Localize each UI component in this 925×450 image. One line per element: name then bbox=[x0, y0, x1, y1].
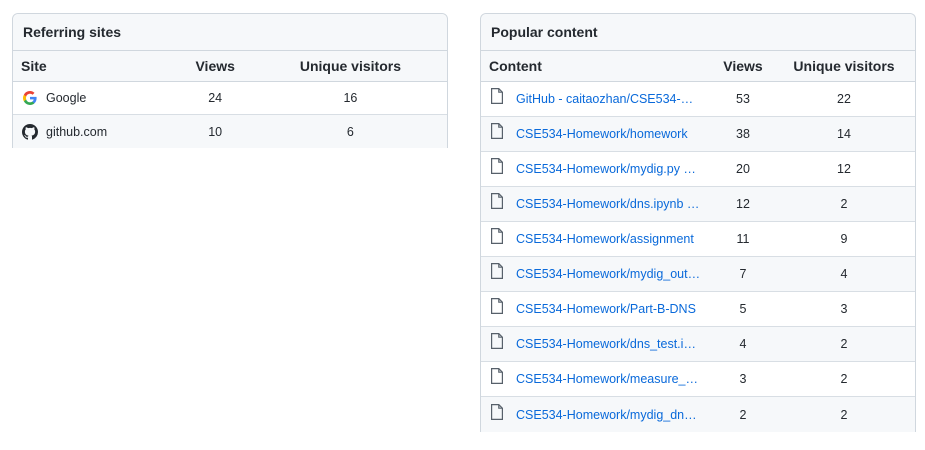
column-header-views: Views bbox=[723, 58, 763, 74]
content-link[interactable]: CSE534-Homework/Part-B-DNS bbox=[516, 302, 696, 316]
table-row: CSE534-Homework/dns_test.ipynb 4 2 bbox=[481, 327, 915, 362]
unique-visitors-count: 2 bbox=[840, 372, 848, 386]
views-count: 4 bbox=[739, 337, 747, 351]
content-link[interactable]: CSE534-Homework/measure_dns bbox=[516, 372, 702, 386]
table-row: CSE534-Homework/measure_dns 3 2 bbox=[481, 362, 915, 397]
views-count: 2 bbox=[739, 407, 747, 422]
popular-content-table-header: Content Views Unique visitors bbox=[481, 51, 915, 82]
column-header-unique-visitors: Unique visitors bbox=[299, 58, 401, 74]
unique-visitors-count: 14 bbox=[837, 127, 851, 141]
unique-visitors-count: 9 bbox=[840, 232, 848, 246]
table-row: CSE534-Homework/Part-B-DNS 5 3 bbox=[481, 292, 915, 327]
content-link[interactable]: CSE534-Homework/assignment bbox=[516, 232, 694, 246]
table-row: GitHub - caitaozhan/CSE534-Homework 53 22 bbox=[481, 82, 915, 117]
unique-visitors-count: 6 bbox=[346, 124, 354, 139]
views-count: 5 bbox=[739, 302, 747, 316]
column-header-site: Site bbox=[21, 58, 47, 74]
views-count: 53 bbox=[736, 92, 750, 106]
content-link[interactable]: CSE534-Homework/dns_test.ipynb bbox=[516, 337, 702, 351]
site-name: github.com bbox=[46, 124, 108, 139]
referring-sites-title: Referring sites bbox=[13, 14, 447, 51]
content-link[interactable]: CSE534-Homework/homework bbox=[516, 127, 688, 141]
content-link[interactable]: CSE534-Homework/dns.ipynb at master bbox=[516, 197, 702, 211]
table-row: CSE534-Homework/homework 38 14 bbox=[481, 117, 915, 152]
views-count: 38 bbox=[736, 127, 750, 141]
content-link[interactable]: CSE534-Homework/mydig.py at master bbox=[516, 162, 702, 176]
views-count: 24 bbox=[208, 91, 223, 105]
unique-visitors-count: 2 bbox=[840, 337, 848, 351]
popular-content-rows: GitHub - caitaozhan/CSE534-Homework5322C… bbox=[481, 82, 915, 432]
table-row: github.com 10 6 bbox=[13, 115, 447, 148]
table-row: Google 24 16 bbox=[13, 82, 447, 115]
file-icon bbox=[490, 123, 504, 139]
github-icon bbox=[22, 123, 38, 140]
views-count: 11 bbox=[736, 232, 750, 246]
file-icon bbox=[490, 263, 504, 279]
table-row: CSE534-Homework/dns.ipynb at master 12 2 bbox=[481, 187, 915, 222]
unique-visitors-count: 4 bbox=[840, 267, 848, 281]
unique-visitors-count: 2 bbox=[840, 407, 848, 422]
popular-content-panel: Popular content Content Views Unique vis… bbox=[480, 13, 916, 432]
views-count: 20 bbox=[736, 162, 750, 176]
file-icon bbox=[490, 88, 504, 104]
file-icon bbox=[490, 403, 504, 420]
unique-visitors-count: 22 bbox=[837, 92, 851, 106]
unique-visitors-count: 16 bbox=[343, 91, 358, 105]
file-icon bbox=[490, 193, 504, 209]
column-header-views: Views bbox=[195, 58, 235, 74]
table-row: CSE534-Homework/mydig.py at master 20 12 bbox=[481, 152, 915, 187]
column-header-unique-visitors: Unique visitors bbox=[793, 58, 895, 74]
referring-sites-table-header: Site Views Unique visitors bbox=[13, 51, 447, 82]
unique-visitors-count: 12 bbox=[837, 162, 851, 176]
site-name: Google bbox=[46, 91, 87, 105]
views-count: 10 bbox=[208, 124, 223, 139]
content-link[interactable]: CSE534-Homework/mydig_output bbox=[516, 267, 702, 281]
file-icon bbox=[490, 228, 504, 244]
unique-visitors-count: 3 bbox=[840, 302, 848, 316]
file-icon bbox=[490, 298, 504, 314]
views-count: 7 bbox=[739, 267, 747, 281]
content-link[interactable]: CSE534-Homework/mydig_dnssec bbox=[516, 408, 702, 422]
table-row: CSE534-Homework/assignment 11 9 bbox=[481, 222, 915, 257]
file-icon bbox=[490, 333, 504, 349]
column-header-content: Content bbox=[489, 58, 542, 74]
referring-sites-panel: Referring sites Site Views Unique visito… bbox=[12, 13, 448, 148]
table-row: CSE534-Homework/mydig_output 7 4 bbox=[481, 257, 915, 292]
views-count: 3 bbox=[739, 372, 747, 386]
google-icon bbox=[22, 90, 38, 106]
views-count: 12 bbox=[736, 197, 750, 211]
table-row: CSE534-Homework/mydig_dnssec 2 2 bbox=[481, 397, 915, 432]
unique-visitors-count: 2 bbox=[840, 197, 848, 211]
file-icon bbox=[490, 368, 504, 384]
popular-content-title: Popular content bbox=[481, 14, 915, 51]
content-link[interactable]: GitHub - caitaozhan/CSE534-Homework bbox=[516, 92, 702, 106]
file-icon bbox=[490, 158, 504, 174]
